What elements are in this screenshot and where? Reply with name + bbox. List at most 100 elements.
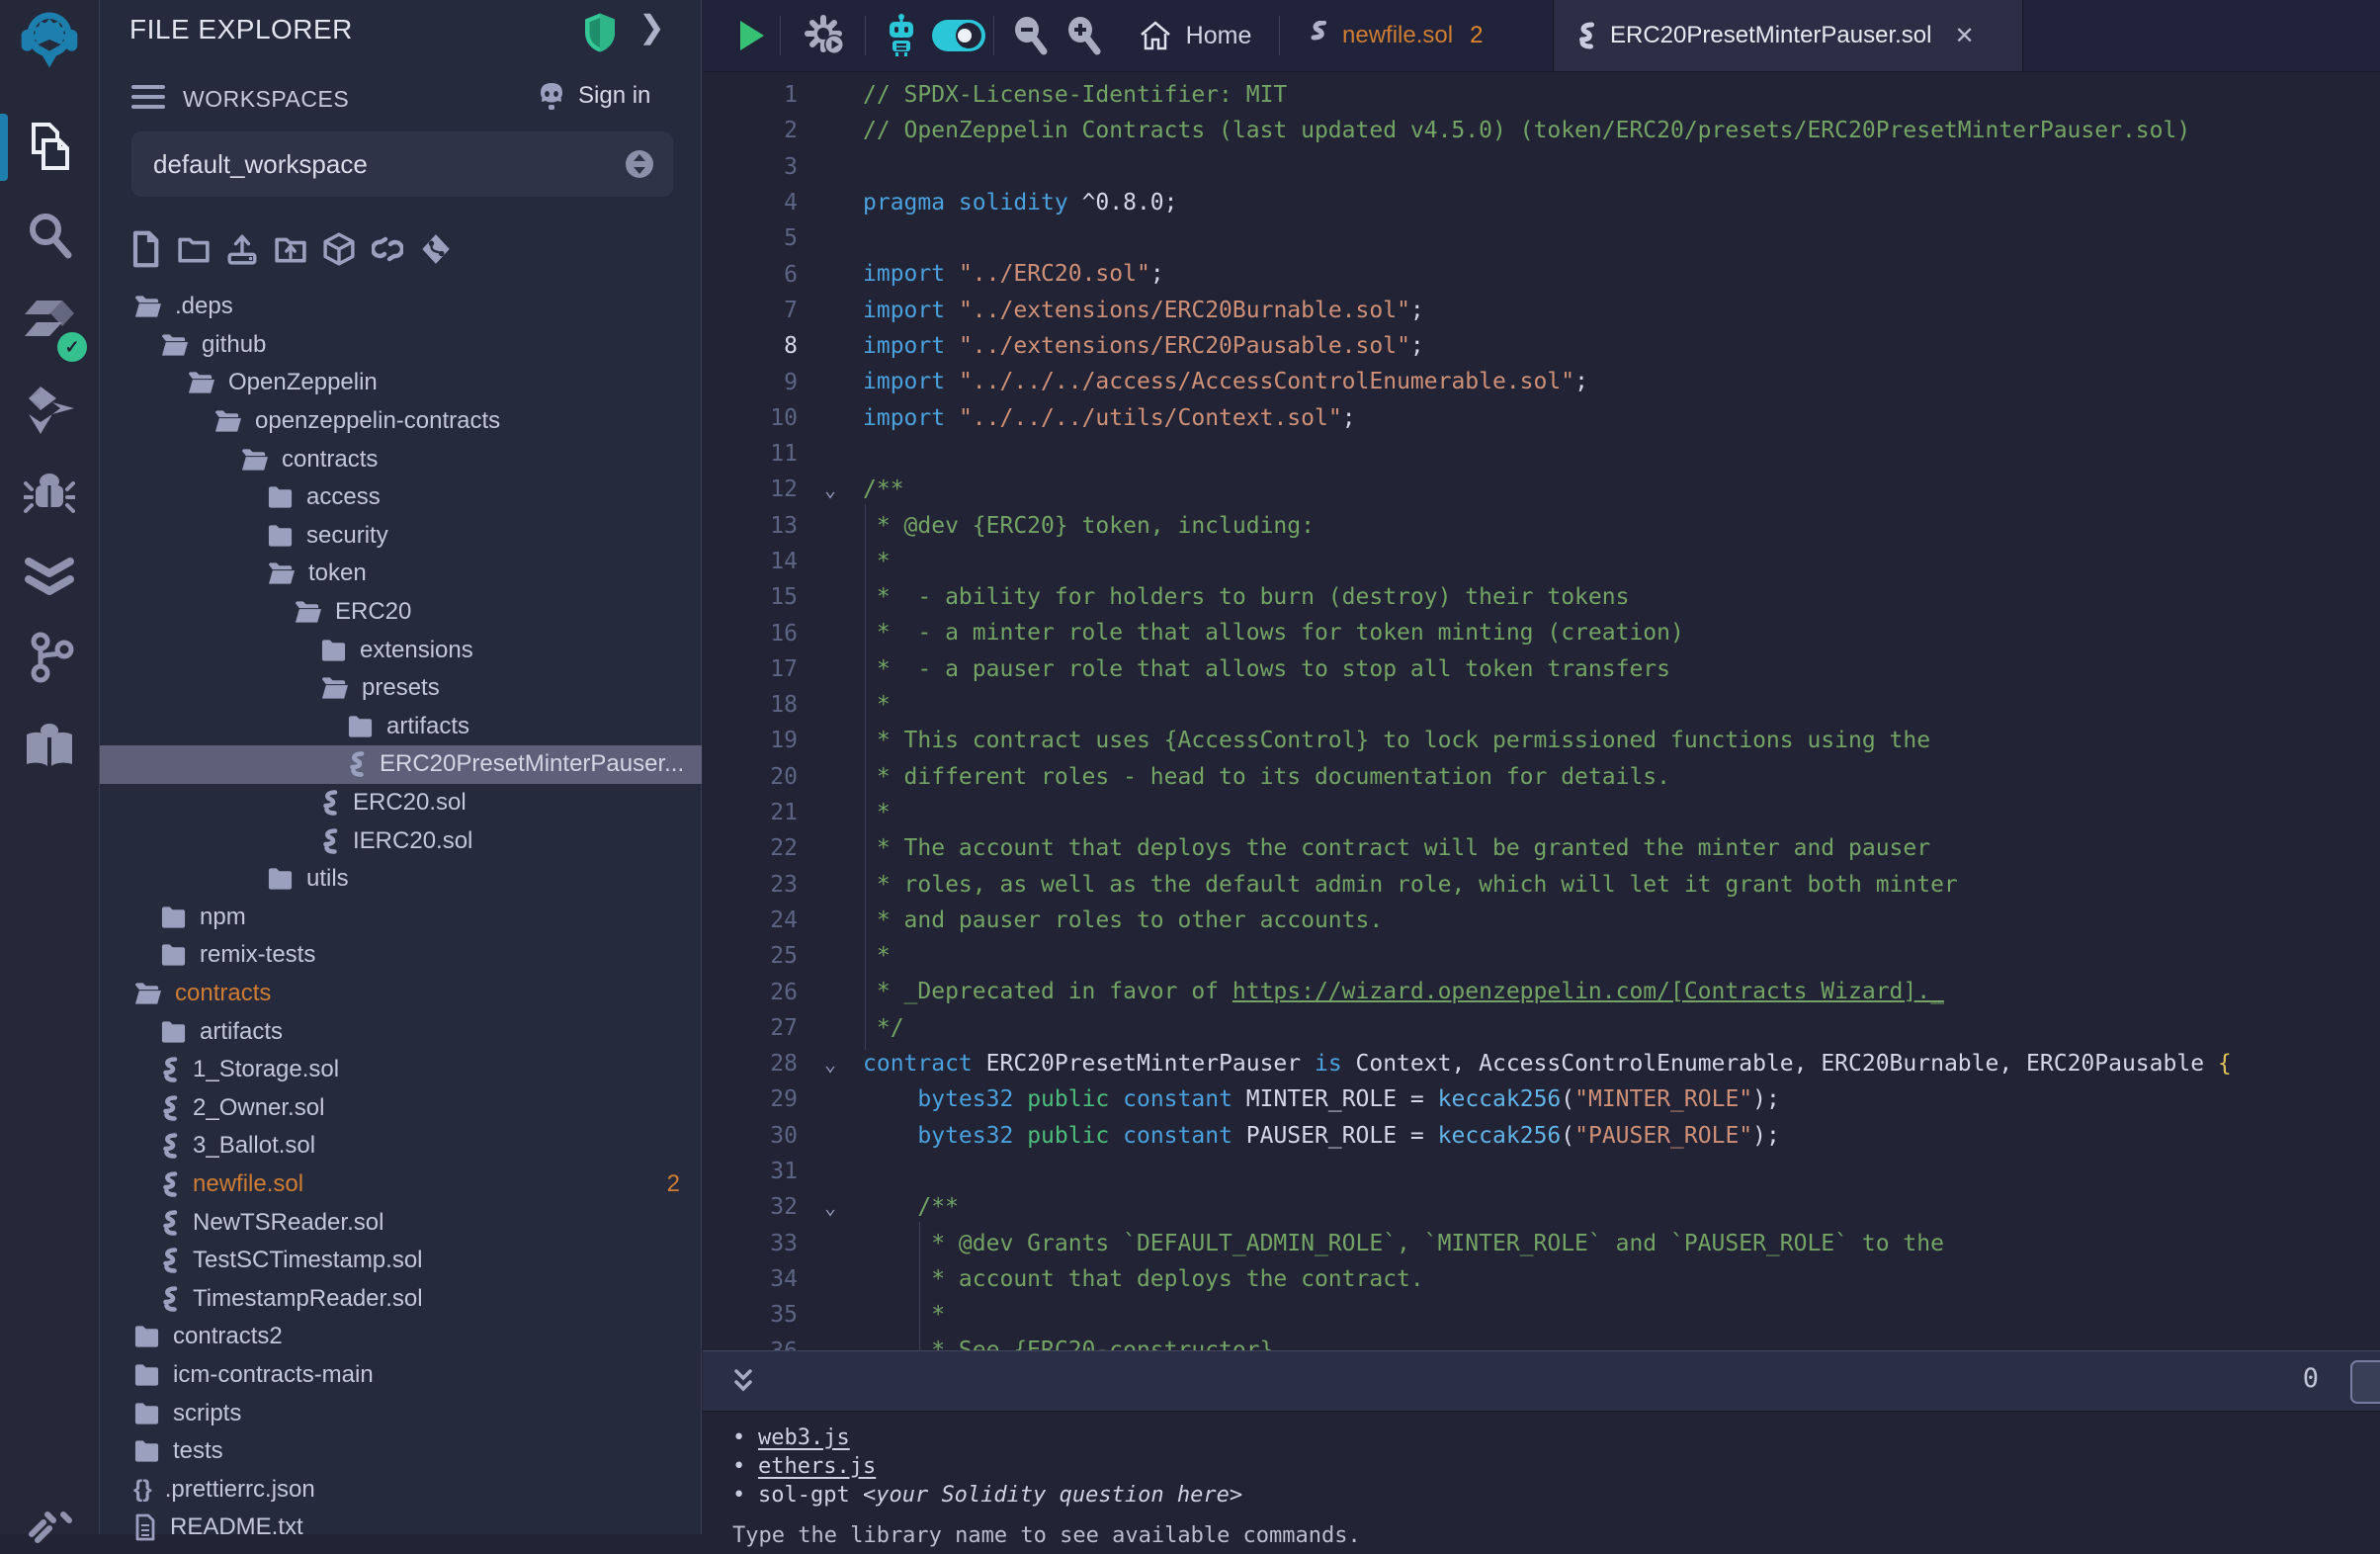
link-icon[interactable] [372,229,403,269]
tree-file-testsctimestamp-sol[interactable]: TestSCTimestamp.sol [100,1242,702,1280]
tree-folder-artifacts[interactable]: artifacts [100,708,702,746]
terminal-listen-checkbox[interactable] [2350,1360,2380,1404]
search-icon[interactable] [20,206,79,265]
sign-in-button[interactable]: Sign in [535,81,650,111]
code-text: /** [863,472,2380,507]
run-script-button[interactable] [730,0,774,71]
git-icon[interactable] [20,628,79,687]
tree-item-label: access [306,483,381,511]
tree-file--prettierrc-json[interactable]: {}.prettierrc.json [100,1470,702,1509]
file-explorer-icon[interactable] [20,117,79,176]
tree-folder-contracts[interactable]: contracts [100,440,702,478]
plug-bottom-icon[interactable] [20,1495,79,1554]
unit-testing-icon[interactable] [20,549,79,608]
tree-folder-token[interactable]: token [100,555,702,593]
folder-open-icon [320,676,349,700]
tree-folder-access[interactable]: access [100,478,702,517]
tree-folder-erc20[interactable]: ERC20 [100,593,702,632]
tree-folder-utils[interactable]: utils [100,860,702,899]
tree-item-label: openzeppelin-contracts [255,407,500,435]
tree-folder-icm-contracts-main[interactable]: icm-contracts-main [100,1356,702,1395]
code-editor[interactable]: 1// SPDX-License-Identifier: MIT2// Open… [703,71,2380,1350]
code-text: * See {ERC20-constructor}. [863,1333,2380,1350]
close-tab-icon[interactable]: ✕ [1954,22,1974,50]
tree-folder-extensions[interactable]: extensions [100,631,702,669]
run-settings-button[interactable] [798,0,853,71]
tree-file-readme-txt[interactable]: README.txt [100,1509,702,1547]
tree-file-3-ballot-sol[interactable]: 3_Ballot.sol [100,1127,702,1166]
remix-logo[interactable] [20,10,79,69]
fold-chevron-icon[interactable]: ⌄ [798,1052,863,1076]
tree-folder-remix-tests[interactable]: remix-tests [100,936,702,975]
tree-file-1-storage-sol[interactable]: 1_Storage.sol [100,1051,702,1089]
tree-folder-contracts[interactable]: contracts [100,975,702,1013]
shield-icon[interactable] [582,12,618,53]
tree-item-label: tests [173,1437,223,1465]
fold-chevron-icon[interactable]: ⌄ [798,1195,863,1219]
tree-folder-artifacts[interactable]: artifacts [100,1012,702,1051]
tab-newfile-sol[interactable]: newfile.sol 2 [1286,0,1504,71]
terminal-expand-icon[interactable] [728,1365,758,1399]
tab-erc20presetminterpauser-sol[interactable]: ERC20PresetMinterPauser.sol ✕ [1553,0,2023,71]
sol-icon [160,1209,180,1237]
tree-folder-presets[interactable]: presets [100,669,702,708]
folder-open-icon [160,333,189,357]
tree-folder-scripts[interactable]: scripts [100,1394,702,1432]
upload-folder-icon[interactable] [275,229,306,269]
tree-file-ierc20-sol[interactable]: IERC20.sol [100,821,702,860]
code-line-13: 13 * @dev {ERC20} token, including: [703,508,2380,544]
remix-ide-window: { "glyphs": {"chevron_right": "›", "clos… [0,0,2380,1534]
deploy-run-icon[interactable] [20,381,79,440]
tree-file-timestampreader-sol[interactable]: TimestampReader.sol [100,1279,702,1318]
divider [780,16,781,55]
code-line-15: 15 * - ability for holders to burn (dest… [703,579,2380,615]
folder-icon [160,1020,187,1044]
terminal-link[interactable]: web3.js [758,1425,850,1450]
ai-assistant-icon[interactable] [877,0,926,71]
tree-folder-tests[interactable]: tests [100,1432,702,1471]
tree-item-label: NewTSReader.sol [193,1209,383,1237]
code-text: bytes32 public constant MINTER_ROLE = ke… [863,1081,2380,1117]
tree-folder-contracts2[interactable]: contracts2 [100,1318,702,1356]
line-number: 5 [703,225,798,251]
tree-item-label: TestSCTimestamp.sol [193,1247,423,1274]
tree-folder-openzeppelin-contracts[interactable]: openzeppelin-contracts [100,402,702,441]
tree-item-label: utils [306,865,349,893]
tree-folder-openzeppelin[interactable]: OpenZeppelin [100,364,702,402]
zoom-out-icon[interactable] [1005,0,1055,71]
cube-icon[interactable] [323,229,355,269]
tree-folder-npm[interactable]: npm [100,899,702,937]
code-line-16: 16 * - a minter role that allows for tok… [703,615,2380,650]
solidity-compiler-icon[interactable]: ✓ [20,295,79,354]
workspace-select[interactable]: default_workspace [131,131,673,197]
folder-icon [160,906,187,929]
collapse-panel-chevron-icon[interactable]: ❯ [638,8,665,45]
tree-file-erc20presetminterpauser-[interactable]: ERC20PresetMinterPauser... [100,745,702,784]
workspaces-menu-icon[interactable] [131,83,165,111]
terminal-link[interactable]: ethers.js [758,1454,876,1479]
plugin-manager-icon[interactable] [20,717,79,776]
fold-chevron-icon[interactable]: ⌄ [798,477,863,501]
tree-file-newfile-sol[interactable]: newfile.sol2 [100,1166,702,1204]
tree-folder-github[interactable]: github [100,326,702,365]
tree-item-label: ERC20PresetMinterPauser... [380,750,684,778]
code-line-9: 9import "../../../access/AccessControlEn… [703,364,2380,399]
new-file-icon[interactable] [129,229,161,269]
folder-open-icon [133,295,162,318]
terminal-output: •web3.js•ethers.js•sol-gpt <your Solidit… [703,1412,2380,1534]
tree-folder--deps[interactable]: .deps [100,288,702,326]
home-label: Home [1186,22,1252,50]
debugger-icon[interactable] [20,465,79,524]
ai-toggle[interactable] [928,0,989,71]
folder-open-icon [133,982,162,1005]
tree-file-newtsreader-sol[interactable]: NewTSReader.sol [100,1203,702,1242]
git-diamond-icon[interactable] [420,229,452,269]
tree-file-erc20-sol[interactable]: ERC20.sol [100,784,702,822]
tree-folder-security[interactable]: security [100,517,702,556]
zoom-in-icon[interactable] [1059,0,1108,71]
upload-file-icon[interactable] [226,229,258,269]
code-text: * - a pauser role that allows to stop al… [863,651,2380,687]
tree-file-2-owner-sol[interactable]: 2_Owner.sol [100,1088,702,1127]
new-folder-icon[interactable] [178,229,210,269]
tab-home[interactable]: Home [1116,0,1274,71]
